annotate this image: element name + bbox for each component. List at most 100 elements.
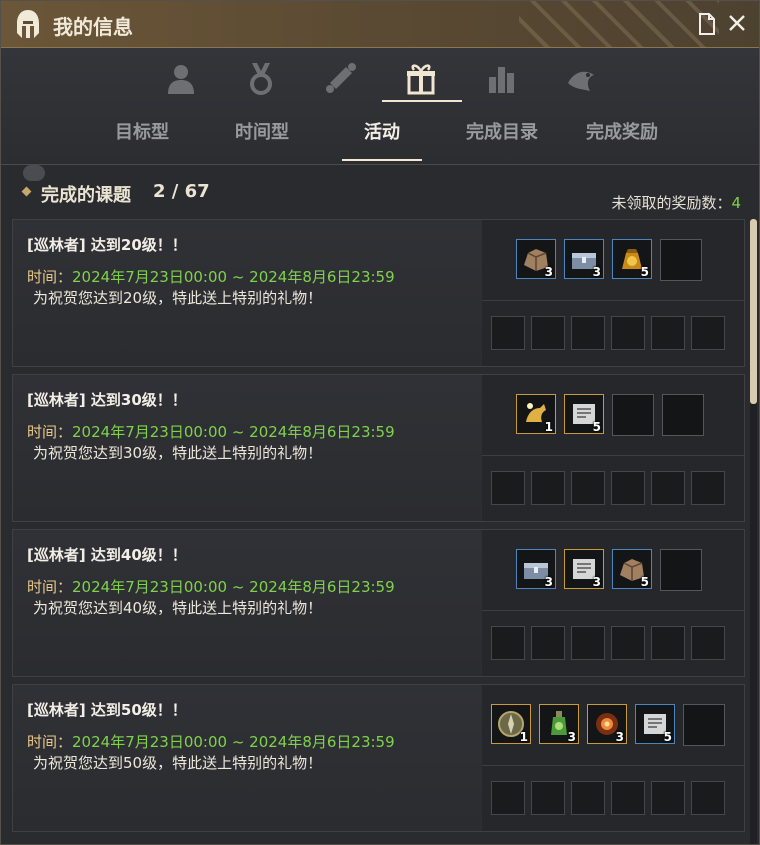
reward-slot-empty[interactable] (571, 471, 605, 505)
quest-time: 时间：2024年7月23日00:00 ~ 2024年8月6日23:59 (27, 576, 395, 597)
reward-slot-empty[interactable] (651, 471, 685, 505)
reward-slot-empty[interactable] (683, 704, 725, 746)
divider (482, 765, 744, 766)
time-value: 2024年7月23日00:00 ~ 2024年8月6日23:59 (72, 733, 395, 751)
reward-slot-empty[interactable] (491, 471, 525, 505)
reward-slot[interactable]: 3 (516, 239, 556, 279)
scroll-icon[interactable] (317, 58, 365, 98)
reward-slot-empty[interactable] (491, 626, 525, 660)
medal-icon[interactable] (237, 58, 285, 98)
quest-description: 为祝贺您达到40级，特此送上特别的礼物！ (33, 599, 323, 617)
reward-slot-empty[interactable] (611, 316, 645, 350)
window-title: 我的信息 (53, 15, 133, 39)
reward-slot-empty[interactable] (660, 239, 702, 281)
reward-slot-empty[interactable] (491, 316, 525, 350)
reward-slot[interactable]: 1 (491, 704, 531, 744)
reward-slot-empty[interactable] (651, 316, 685, 350)
quest-card[interactable]: [巡林者] 达到50级！！ 时间：2024年7月23日00:00 ~ 2024年… (12, 684, 745, 832)
divider (482, 455, 744, 456)
tab-completed-list[interactable]: 完成目录 (447, 118, 557, 148)
quest-description: 为祝贺您达到20级，特此送上特别的礼物！ (33, 289, 323, 307)
reward-slot-empty[interactable] (531, 781, 565, 815)
person-icon[interactable] (157, 58, 205, 98)
time-label: 时间： (27, 733, 73, 751)
time-label: 时间： (27, 268, 73, 286)
reward-slot[interactable]: 5 (612, 549, 652, 589)
reward-quantity: 3 (615, 730, 624, 744)
reward-quantity: 3 (544, 575, 553, 589)
reward-slot-empty[interactable] (662, 394, 704, 436)
reward-slot-empty[interactable] (660, 549, 702, 591)
reward-slot-empty[interactable] (531, 471, 565, 505)
quest-card[interactable]: [巡林者] 达到40级！！ 时间：2024年7月23日00:00 ~ 2024年… (12, 529, 745, 677)
reward-quantity: 1 (519, 730, 528, 744)
reward-quantity: 3 (567, 730, 576, 744)
reward-slot[interactable]: 5 (612, 239, 652, 279)
helmet-icon (17, 10, 39, 38)
quest-description: 为祝贺您达到30级，特此送上特别的礼物！ (33, 444, 323, 462)
reward-slot-empty[interactable] (691, 781, 725, 815)
summary-bar: 完成的课题 2 / 67 未领取的奖励数：4 (1, 165, 759, 217)
reward-slot-empty[interactable] (691, 626, 725, 660)
reward-slot-empty[interactable] (571, 626, 605, 660)
time-label: 时间： (27, 578, 73, 596)
reward-slot-empty[interactable] (612, 394, 654, 436)
time-label: 时间： (27, 423, 73, 441)
reward-slot[interactable]: 5 (564, 394, 604, 434)
reward-slot-empty[interactable] (571, 316, 605, 350)
quest-info: [巡林者] 达到30级！！ 时间：2024年7月23日00:00 ~ 2024年… (13, 375, 481, 521)
reward-slot[interactable]: 1 (516, 394, 556, 434)
fish-icon[interactable] (557, 58, 605, 98)
reward-slot[interactable]: 3 (564, 549, 604, 589)
diamond-bullet-icon (21, 186, 32, 197)
reward-slot-empty[interactable] (691, 316, 725, 350)
subtab-underline (342, 159, 422, 161)
reward-slot-empty[interactable] (691, 471, 725, 505)
reward-quantity: 3 (592, 265, 601, 279)
scrollbar-thumb[interactable] (750, 219, 757, 404)
quest-info: [巡林者] 达到50级！！ 时间：2024年7月23日00:00 ~ 2024年… (13, 685, 481, 831)
close-icon[interactable] (727, 13, 747, 35)
title-bar-decoration (519, 1, 719, 47)
my-info-window: 我的信息 目标型 时间型 活动 完成目录 完成奖励 完成的课题 2 / 67 未… (0, 0, 760, 845)
tab-time-type[interactable]: 时间型 (207, 118, 317, 148)
quest-card[interactable]: [巡林者] 达到30级！！ 时间：2024年7月23日00:00 ~ 2024年… (12, 374, 745, 522)
quest-time: 时间：2024年7月23日00:00 ~ 2024年8月6日23:59 (27, 421, 395, 442)
reward-slot-empty[interactable] (531, 626, 565, 660)
reward-slot-empty[interactable] (491, 781, 525, 815)
reward-panel: 1 3 3 5 (482, 685, 744, 831)
reward-slot-empty[interactable] (651, 626, 685, 660)
document-icon[interactable] (697, 13, 717, 35)
tab-navigation: 目标型 时间型 活动 完成目录 完成奖励 (1, 48, 759, 181)
tab-event[interactable]: 活动 (327, 118, 437, 148)
reward-slot[interactable]: 3 (539, 704, 579, 744)
unclaimed-label: 未领取的奖励数： (611, 194, 732, 212)
unclaimed-rewards: 未领取的奖励数：4 (611, 192, 741, 213)
reward-quantity: 5 (640, 265, 649, 279)
tab-completion-rewards[interactable]: 完成奖励 (567, 118, 677, 148)
reward-quantity: 5 (592, 420, 601, 434)
reward-slot-empty[interactable] (531, 316, 565, 350)
reward-slot-empty[interactable] (611, 471, 645, 505)
reward-slot[interactable]: 5 (635, 704, 675, 744)
reward-slot[interactable]: 3 (516, 549, 556, 589)
reward-slot-empty[interactable] (611, 626, 645, 660)
reward-slot-empty[interactable] (571, 781, 605, 815)
time-value: 2024年7月23日00:00 ~ 2024年8月6日23:59 (72, 578, 395, 596)
tab-goal-type[interactable]: 目标型 (87, 118, 197, 148)
scrollbar[interactable] (750, 219, 757, 844)
gift-icon[interactable] (397, 58, 445, 98)
quest-info: [巡林者] 达到20级！！ 时间：2024年7月23日00:00 ~ 2024年… (13, 220, 481, 366)
quest-description: 为祝贺您达到50级，特此送上特别的礼物！ (33, 754, 323, 772)
reward-slot[interactable]: 3 (587, 704, 627, 744)
reward-slot-empty[interactable] (611, 781, 645, 815)
reward-panel: 3 3 5 (482, 530, 744, 676)
reward-panel: 3 3 5 (482, 220, 744, 366)
reward-slot-empty[interactable] (651, 781, 685, 815)
quest-title: [巡林者] 达到30级！！ (27, 391, 187, 409)
reward-slot[interactable]: 3 (564, 239, 604, 279)
quest-title: [巡林者] 达到40级！！ (27, 546, 187, 564)
quest-card[interactable]: [巡林者] 达到20级！！ 时间：2024年7月23日00:00 ~ 2024年… (12, 219, 745, 367)
title-bar[interactable]: 我的信息 (1, 1, 759, 48)
bar-chart-icon[interactable] (477, 58, 525, 98)
